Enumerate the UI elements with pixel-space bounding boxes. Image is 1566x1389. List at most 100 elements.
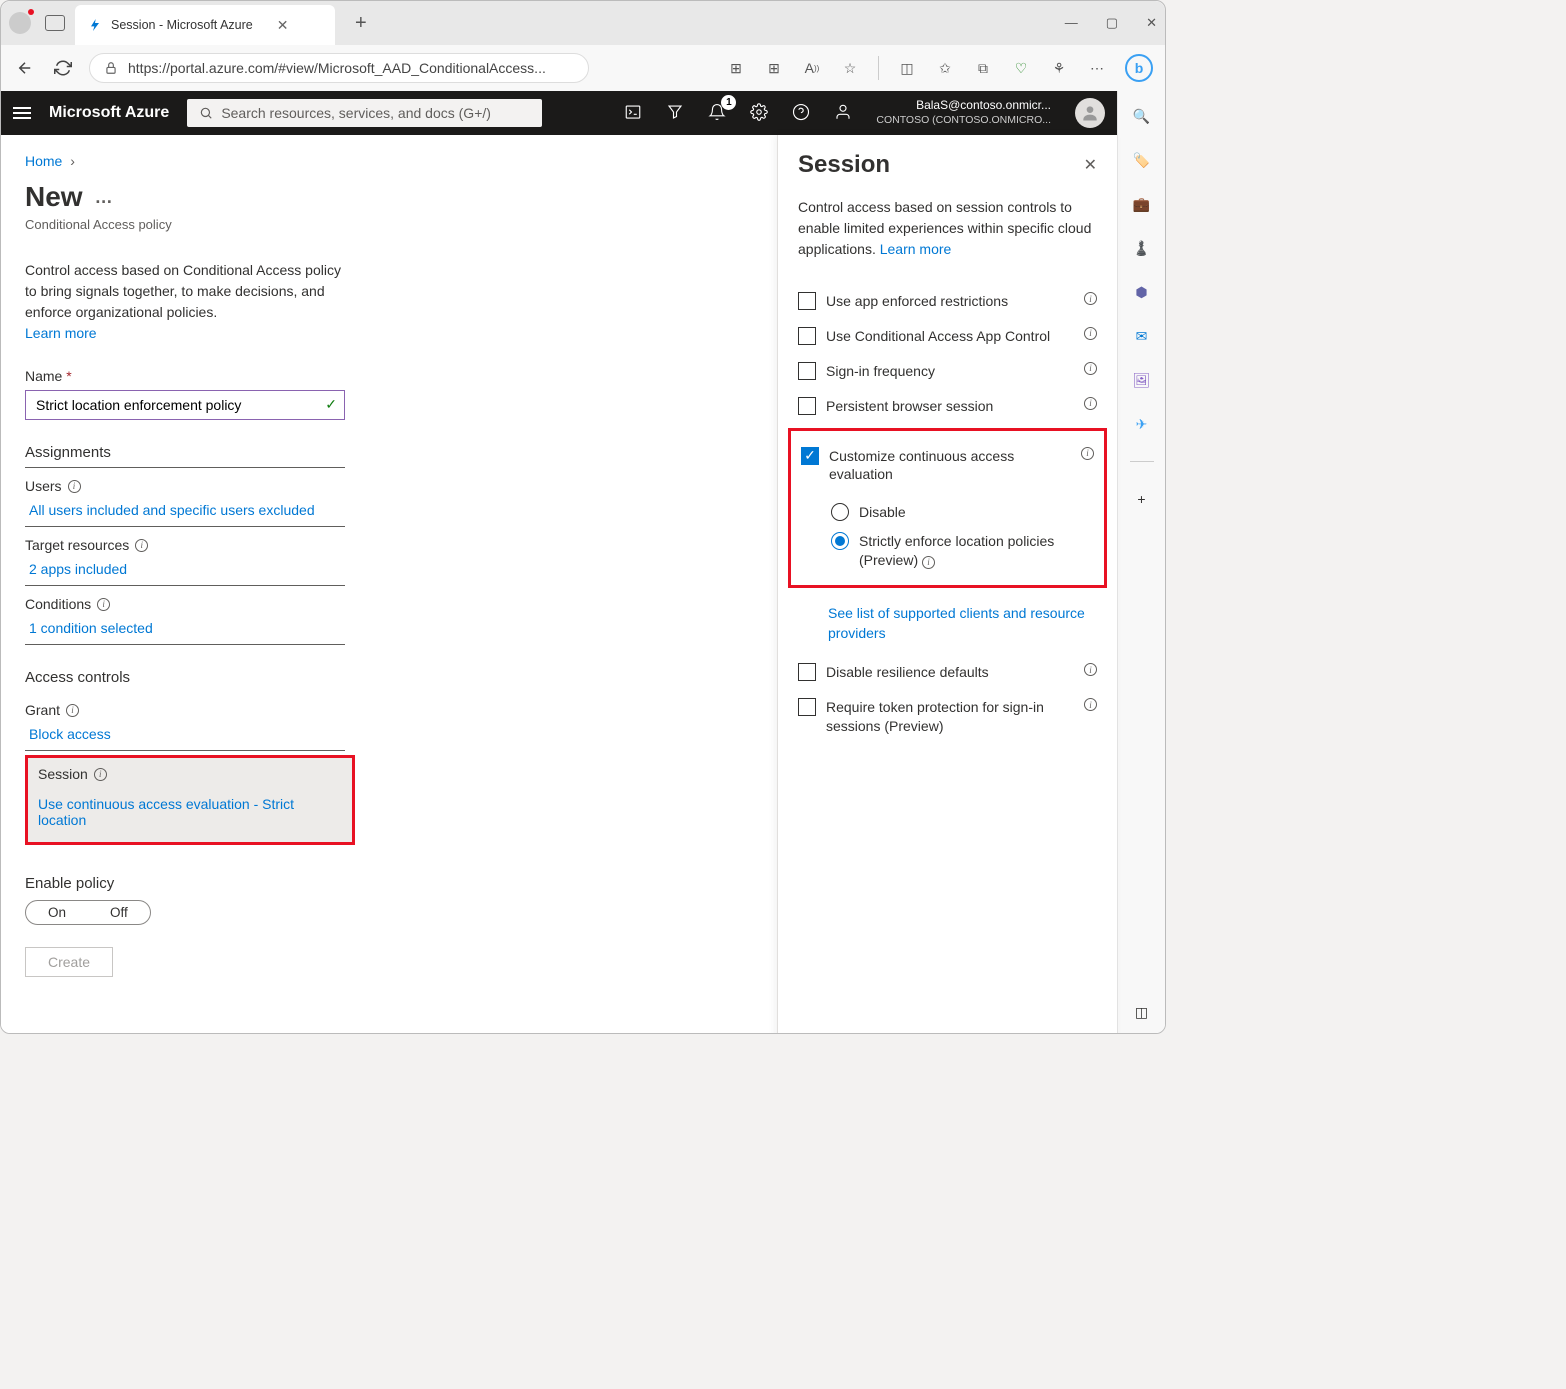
info-icon[interactable]: i <box>68 480 81 493</box>
tools-icon[interactable]: 💼 <box>1131 193 1153 215</box>
profile-icon[interactable] <box>9 12 31 34</box>
opt-token-protection[interactable]: Require token protection for sign-in ses… <box>798 690 1097 744</box>
hamburger-icon[interactable] <box>13 107 31 119</box>
health-icon[interactable]: ♡ <box>1011 58 1031 78</box>
sidebar-toggle-icon[interactable]: ◫ <box>1131 1001 1153 1023</box>
breadcrumb-home[interactable]: Home <box>25 153 62 169</box>
session-config-highlighted[interactable]: Session i Use continuous access evaluati… <box>25 755 355 845</box>
info-icon[interactable]: i <box>922 556 935 569</box>
azure-logo[interactable]: Microsoft Azure <box>49 104 169 122</box>
opt-disable-resilience[interactable]: Disable resilience defaults i <box>798 655 1097 690</box>
toggle-off[interactable]: Off <box>88 901 150 924</box>
outlook-icon[interactable]: ✉ <box>1131 325 1153 347</box>
session-value[interactable]: Use continuous access evaluation - Stric… <box>38 788 342 830</box>
info-icon[interactable]: i <box>1084 397 1097 410</box>
target-value[interactable]: 2 apps included <box>25 553 345 579</box>
notifications-icon[interactable]: 1 <box>708 103 726 124</box>
info-icon[interactable]: i <box>1084 698 1097 711</box>
browser-tab[interactable]: Session - Microsoft Azure ✕ <box>75 5 335 45</box>
extensions-icon[interactable]: ⊞ <box>764 58 784 78</box>
enable-policy-toggle[interactable]: On Off <box>25 900 151 925</box>
radio-disable[interactable]: Disable <box>831 498 1094 527</box>
more-icon[interactable]: ⋯ <box>1087 58 1107 78</box>
checkbox-icon[interactable] <box>798 327 816 345</box>
checkbox-icon[interactable] <box>798 663 816 681</box>
close-window-icon[interactable]: ✕ <box>1146 15 1157 31</box>
opt-persistent[interactable]: Persistent browser session i <box>798 389 1097 424</box>
url-input[interactable]: https://portal.azure.com/#view/Microsoft… <box>89 53 589 83</box>
panel-close-icon[interactable]: ✕ <box>1084 155 1097 175</box>
image-icon[interactable]: 🖼 <box>1131 369 1153 391</box>
feedback-icon[interactable] <box>834 103 852 124</box>
new-tab-button[interactable]: + <box>345 12 377 35</box>
games-icon[interactable]: ♟️ <box>1131 237 1153 259</box>
bing-chat-icon[interactable]: b <box>1125 54 1153 82</box>
conditions-config[interactable]: Conditions i 1 condition selected <box>25 586 345 645</box>
info-icon[interactable]: i <box>1084 292 1097 305</box>
grant-value[interactable]: Block access <box>25 718 345 744</box>
account-email: BalaS@contoso.onmicr... <box>876 98 1051 114</box>
info-icon[interactable]: i <box>1084 327 1097 340</box>
shopping-icon[interactable]: 🏷️ <box>1131 149 1153 171</box>
read-aloud-icon[interactable]: A)) <box>802 58 822 78</box>
radio-icon[interactable] <box>831 503 849 521</box>
minimize-icon[interactable]: — <box>1065 15 1078 31</box>
info-icon[interactable]: i <box>1081 447 1094 460</box>
users-config[interactable]: Users i All users included and specific … <box>25 468 345 527</box>
conditions-value[interactable]: 1 condition selected <box>25 612 345 638</box>
panel-description: Control access based on session controls… <box>798 197 1097 260</box>
info-icon[interactable]: i <box>97 598 110 611</box>
info-icon[interactable]: i <box>1084 362 1097 375</box>
panel-learn-more-link[interactable]: Learn more <box>880 241 952 257</box>
create-button[interactable]: Create <box>25 947 113 977</box>
avatar[interactable] <box>1075 98 1105 128</box>
toggle-on[interactable]: On <box>26 901 88 924</box>
office-icon[interactable]: ⬢ <box>1131 281 1153 303</box>
radio-selected-icon[interactable] <box>831 532 849 550</box>
select-button[interactable]: Select <box>798 1033 893 1034</box>
add-sidebar-icon[interactable]: + <box>1131 488 1153 510</box>
cloud-shell-icon[interactable] <box>624 103 642 124</box>
info-icon[interactable]: i <box>1084 663 1097 676</box>
refresh-button[interactable] <box>51 56 75 80</box>
checkbox-icon[interactable] <box>798 362 816 380</box>
checkbox-checked-icon[interactable]: ✓ <box>801 447 819 465</box>
name-input[interactable] <box>25 390 345 420</box>
checkbox-icon[interactable] <box>798 397 816 415</box>
search-sidebar-icon[interactable]: 🔍 <box>1131 105 1153 127</box>
tab-close-icon[interactable]: ✕ <box>277 17 289 34</box>
panel-title: Session <box>798 151 890 179</box>
checkbox-icon[interactable] <box>798 698 816 716</box>
opt-app-enforced[interactable]: Use app enforced restrictions i <box>798 284 1097 319</box>
info-icon[interactable]: i <box>66 704 79 717</box>
workspaces-icon[interactable] <box>45 15 65 31</box>
supported-clients-link[interactable]: See list of supported clients and resour… <box>798 592 1097 655</box>
azure-search-input[interactable]: Search resources, services, and docs (G+… <box>187 99 542 127</box>
apps-icon[interactable]: ⊞ <box>726 58 746 78</box>
split-icon[interactable]: ◫ <box>897 58 917 78</box>
target-config[interactable]: Target resources i 2 apps included <box>25 527 345 586</box>
opt-signin-freq[interactable]: Sign-in frequency i <box>798 354 1097 389</box>
opt-ca-app-control[interactable]: Use Conditional Access App Control i <box>798 319 1097 354</box>
share-icon[interactable]: ⚘ <box>1049 58 1069 78</box>
drop-icon[interactable]: ✈ <box>1131 413 1153 435</box>
favorites-icon[interactable]: ✩ <box>935 58 955 78</box>
help-icon[interactable] <box>792 103 810 124</box>
checkbox-icon[interactable] <box>798 292 816 310</box>
notification-badge: 1 <box>721 95 736 110</box>
account-info[interactable]: BalaS@contoso.onmicr... CONTOSO (CONTOSO… <box>876 98 1051 127</box>
radio-strict[interactable]: Strictly enforce location policies (Prev… <box>831 527 1094 575</box>
back-button[interactable] <box>13 56 37 80</box>
collections-icon[interactable]: ⧉ <box>973 58 993 78</box>
favorite-icon[interactable]: ☆ <box>840 58 860 78</box>
opt-customize-cae[interactable]: ✓ Customize continuous access evaluation… <box>801 439 1094 493</box>
info-icon[interactable]: i <box>135 539 148 552</box>
learn-more-link[interactable]: Learn more <box>25 323 355 344</box>
settings-icon[interactable] <box>750 103 768 124</box>
filter-icon[interactable] <box>666 103 684 124</box>
maximize-icon[interactable]: ▢ <box>1106 15 1118 31</box>
users-value[interactable]: All users included and specific users ex… <box>25 494 345 520</box>
info-icon[interactable]: i <box>94 768 107 781</box>
more-actions-icon[interactable]: … <box>95 187 115 208</box>
grant-config[interactable]: Grant i Block access <box>25 692 345 751</box>
